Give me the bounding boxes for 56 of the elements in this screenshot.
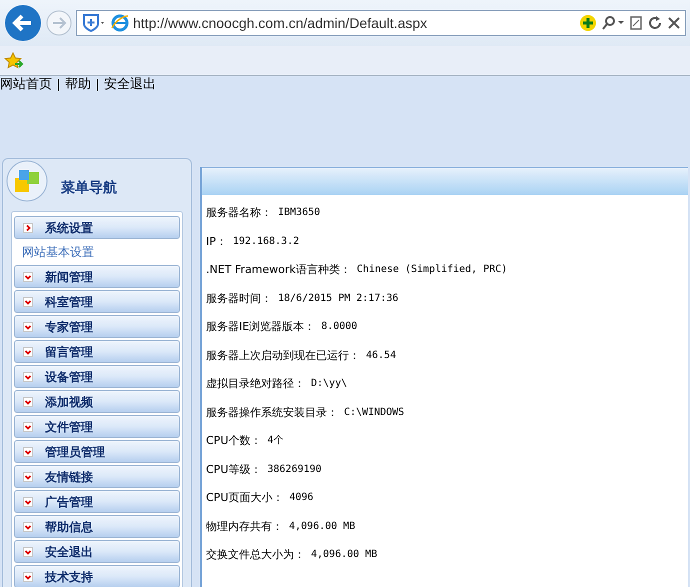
back-button[interactable]	[4, 4, 42, 42]
info-value: 46.54	[366, 348, 396, 362]
info-label: 交换文件总大小为：	[206, 547, 305, 563]
info-value: 4个	[267, 434, 284, 448]
menu-header[interactable]: 帮助信息	[14, 515, 180, 538]
info-value: 18/6/2015 PM 2:17:36	[278, 292, 398, 306]
info-value: 8.0000	[321, 320, 358, 334]
info-label: IP：	[206, 234, 227, 250]
info-label: 物理内存共有：	[206, 518, 283, 534]
info-label: CPU个数：	[206, 433, 262, 449]
info-label: 服务器操作系统安装目录：	[206, 404, 338, 420]
menu-header[interactable]: 友情链接	[14, 465, 180, 488]
menu-header[interactable]: 安全退出	[14, 540, 180, 563]
info-label: CPU页面大小：	[206, 490, 284, 506]
top-nav-link[interactable]: 帮助	[65, 77, 91, 93]
info-label: 服务器名称：	[206, 205, 272, 221]
submenu-link[interactable]: 网站基本设置	[14, 241, 180, 263]
address-bar[interactable]: http://www.cnoocgh.com.cn/admin/Default.aspx	[76, 10, 686, 36]
menu-header[interactable]: 留言管理	[14, 340, 180, 363]
menu-header[interactable]: 文件管理	[14, 415, 180, 438]
menu-header[interactable]: 技术支持	[14, 565, 180, 587]
refresh-icon	[647, 15, 663, 31]
menu-header[interactable]: 系统设置	[14, 216, 180, 239]
sidebar-title: 菜单导航	[61, 179, 117, 197]
url-text: http://www.cnoocgh.com.cn/admin/Default.aspx	[133, 14, 428, 33]
info-label: 虚拟目录绝对路径：	[206, 376, 305, 392]
menu-header[interactable]: 新闻管理	[14, 265, 180, 288]
menu-header[interactable]: 广告管理	[14, 490, 180, 513]
plus-icon	[579, 14, 597, 32]
info-value: 4,096.00 MB	[289, 520, 356, 534]
browser-logo-icon	[111, 14, 129, 32]
info-value: C:\WINDOWS	[344, 406, 404, 420]
info-label: 服务器时间：	[206, 290, 272, 306]
search-icon	[601, 15, 625, 31]
top-nav-link[interactable]: 网站首页	[0, 77, 52, 93]
close-icon	[667, 16, 681, 30]
info-value: 4096	[289, 491, 314, 505]
shield-icon	[81, 13, 107, 33]
menu-header[interactable]: 设备管理	[14, 365, 180, 388]
info-value: Chinese (Simplified, PRC)	[356, 263, 508, 277]
compatibility-icon	[629, 15, 643, 31]
info-value: 386269190	[267, 462, 322, 476]
menu-header[interactable]: 管理员管理	[14, 440, 180, 463]
info-value: IBM3650	[278, 206, 320, 220]
top-nav-link[interactable]: 安全退出	[104, 77, 156, 93]
menu-header[interactable]: 添加视频	[14, 390, 180, 413]
menu-header[interactable]: 科室管理	[14, 290, 180, 313]
menu-header[interactable]: 专家管理	[14, 315, 180, 338]
info-label: 服务器上次启动到现在已运行：	[206, 348, 360, 364]
info-value: D:\yy\	[311, 377, 348, 391]
star-icon	[4, 52, 24, 70]
info-value: 4,096.00 MB	[311, 548, 378, 562]
info-value: 192.168.3.2	[232, 234, 300, 248]
info-label: 服务器IE浏览器版本：	[206, 319, 316, 335]
info-label: CPU等级：	[206, 462, 262, 478]
info-label: .NET Framework语言种类：	[206, 262, 351, 278]
